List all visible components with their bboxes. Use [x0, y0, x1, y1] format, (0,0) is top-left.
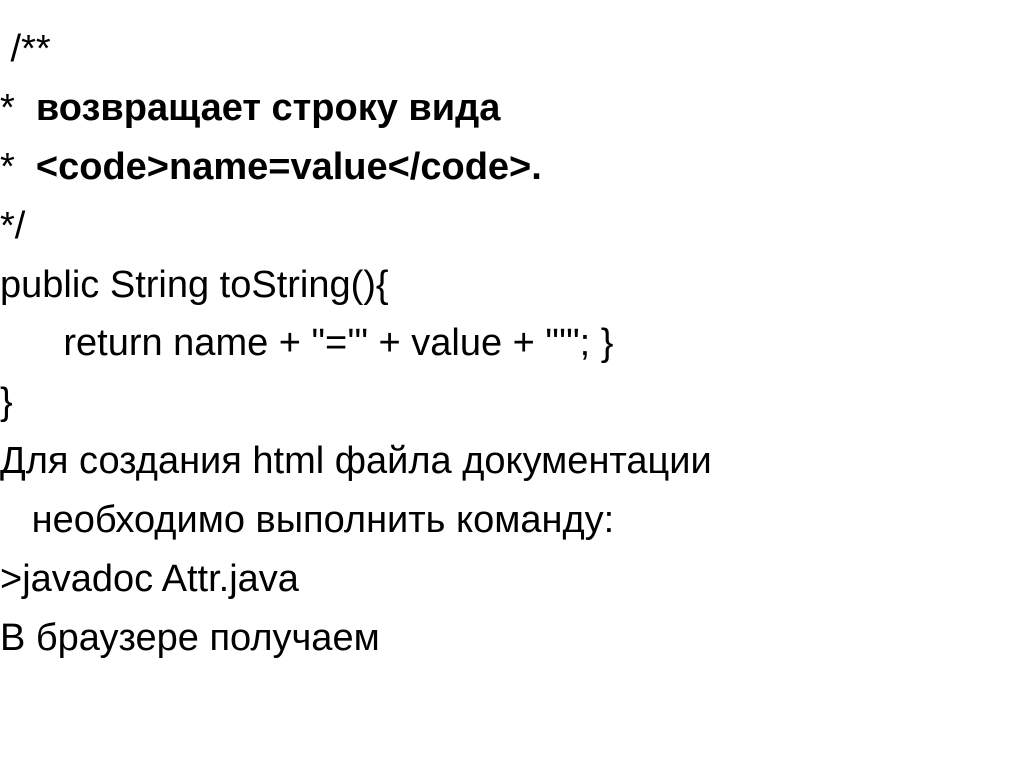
- code-line-3: * <code>name=value</code>.: [0, 138, 1024, 197]
- text-line-9: необходимо выполнить команду:: [0, 491, 1024, 550]
- asterisk: *: [0, 87, 36, 129]
- text-line-10: >javadoc Attr.java: [0, 550, 1024, 609]
- doc-text-bold: возвращает строку вида: [36, 87, 500, 129]
- asterisk: *: [0, 146, 36, 188]
- text-line-8: Для создания html файла документации: [0, 432, 1024, 491]
- code-line-1: /**: [0, 20, 1024, 79]
- code-line-7: }: [0, 373, 1024, 432]
- code-line-5: public String toString(){: [0, 256, 1024, 315]
- code-line-6: return name + "='" + value + "'"; }: [0, 314, 1024, 373]
- code-line-4: */: [0, 197, 1024, 256]
- slide-content: /** * возвращает строку вида * <code>nam…: [0, 0, 1024, 668]
- text-line-11: В браузере получаем: [0, 609, 1024, 668]
- doc-code-bold: <code>name=value</code>.: [36, 146, 542, 188]
- code-line-2: * возвращает строку вида: [0, 79, 1024, 138]
